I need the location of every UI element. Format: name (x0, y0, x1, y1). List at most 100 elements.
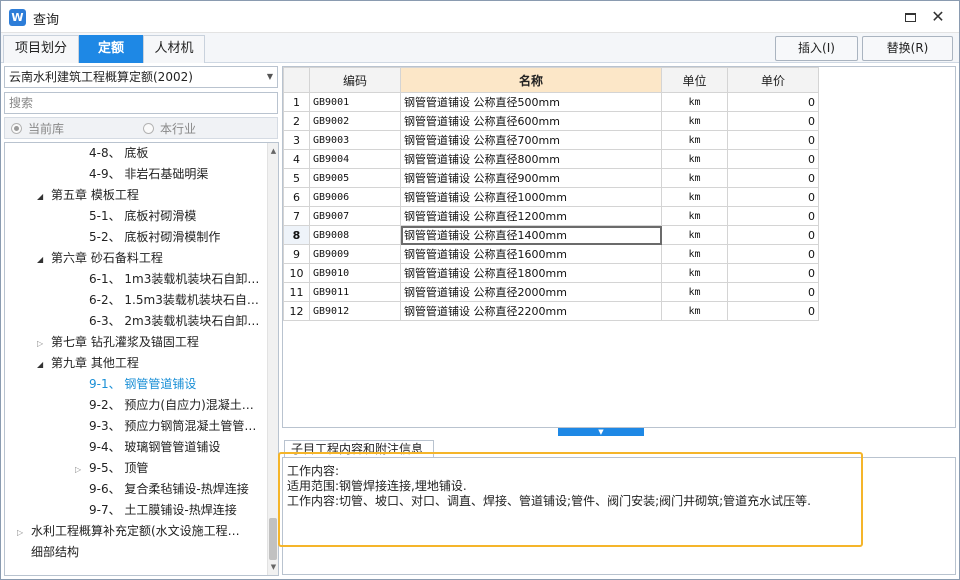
unit-cell[interactable]: km (661, 149, 728, 169)
name-cell[interactable]: 钢管管道铺设 公称直径2200mm (400, 301, 662, 321)
table-row[interactable]: 8 GB9008 钢管管道铺设 公称直径1400mm km 0 (283, 225, 819, 245)
table-row[interactable]: 2 GB9002 钢管管道铺设 公称直径600mm km 0 (283, 111, 819, 131)
unit-cell[interactable]: km (661, 263, 728, 283)
row-number[interactable]: 11 (283, 282, 310, 302)
radio-this-industry[interactable]: 本行业 (143, 121, 196, 137)
expand-open-icon[interactable]: ◢ (37, 249, 51, 270)
radio-current-library[interactable]: 当前库 (11, 121, 64, 137)
expand-closed-icon[interactable]: ▷ (75, 459, 89, 480)
column-header-name[interactable]: 名称 (400, 67, 662, 93)
price-cell[interactable]: 0 (727, 206, 819, 226)
name-cell[interactable]: 钢管管道铺设 公称直径1000mm (400, 187, 662, 207)
tab-quota[interactable]: 定额 (79, 35, 143, 63)
table-row[interactable]: 11 GB9011 钢管管道铺设 公称直径2000mm km 0 (283, 282, 819, 302)
tab-item-content-notes[interactable]: 子目工程内容和附注信息 (284, 440, 434, 458)
name-cell[interactable]: 钢管管道铺设 公称直径800mm (400, 149, 662, 169)
tree-item[interactable]: 9-3、 预应力钢筒混凝土管管… (89, 416, 256, 437)
unit-cell[interactable]: km (661, 130, 728, 150)
price-cell[interactable]: 0 (727, 92, 819, 112)
expand-open-icon[interactable]: ◢ (37, 354, 51, 375)
unit-cell[interactable]: km (661, 206, 728, 226)
tree-item[interactable]: ◢ 第六章 砂石备料工程 (37, 248, 163, 269)
name-cell[interactable]: 钢管管道铺设 公称直径1600mm (400, 244, 662, 264)
tree-item[interactable]: 6-2、 1.5m3装载机装块石自… (89, 290, 259, 311)
panel-splitter[interactable]: ▼ (558, 428, 644, 436)
row-number[interactable]: 12 (283, 301, 310, 321)
price-cell[interactable]: 0 (727, 130, 819, 150)
tree-scrollbar[interactable]: ▲ ▼ (267, 143, 278, 575)
tree-item[interactable]: ◢ 第九章 其他工程 (37, 353, 139, 374)
row-number[interactable]: 4 (283, 149, 310, 169)
code-cell[interactable]: GB9002 (309, 111, 401, 131)
code-cell[interactable]: GB9005 (309, 168, 401, 188)
tree-item[interactable]: 9-2、 预应力(自应力)混凝土… (89, 395, 254, 416)
close-button[interactable]: ✕ (927, 7, 949, 27)
tree-item[interactable]: 6-3、 2m3装载机装块石自卸… (89, 311, 259, 332)
expand-open-icon[interactable]: ◢ (37, 186, 51, 207)
name-cell[interactable]: 钢管管道铺设 公称直径600mm (400, 111, 662, 131)
name-cell[interactable]: 钢管管道铺设 公称直径500mm (400, 92, 662, 112)
name-cell[interactable]: 钢管管道铺设 公称直径700mm (400, 130, 662, 150)
unit-cell[interactable]: km (661, 187, 728, 207)
expand-closed-icon[interactable]: ▷ (17, 522, 31, 543)
tree-item[interactable]: 4-9、 非岩石基础明渠 (89, 164, 208, 185)
table-row[interactable]: 12 GB9012 钢管管道铺设 公称直径2200mm km 0 (283, 301, 819, 321)
price-cell[interactable]: 0 (727, 301, 819, 321)
name-cell[interactable]: 钢管管道铺设 公称直径1800mm (400, 263, 662, 283)
name-cell[interactable]: 钢管管道铺设 公称直径2000mm (400, 282, 662, 302)
table-row[interactable]: 1 GB9001 钢管管道铺设 公称直径500mm km 0 (283, 92, 819, 112)
table-row[interactable]: 10 GB9010 钢管管道铺设 公称直径1800mm km 0 (283, 263, 819, 283)
tree-item[interactable]: ▷ 9-5、 顶管 (75, 458, 148, 479)
price-cell[interactable]: 0 (727, 263, 819, 283)
code-cell[interactable]: GB9009 (309, 244, 401, 264)
price-cell[interactable]: 0 (727, 244, 819, 264)
replace-button[interactable]: 替换(R) (862, 36, 953, 61)
maximize-button[interactable] (899, 7, 921, 27)
row-number[interactable]: 1 (283, 92, 310, 112)
column-header-price[interactable]: 单价 (727, 67, 819, 93)
price-cell[interactable]: 0 (727, 111, 819, 131)
unit-cell[interactable]: km (661, 92, 728, 112)
expand-closed-icon[interactable]: ▷ (37, 333, 51, 354)
unit-cell[interactable]: km (661, 225, 728, 245)
unit-cell[interactable]: km (661, 168, 728, 188)
row-number[interactable]: 6 (283, 187, 310, 207)
price-cell[interactable]: 0 (727, 282, 819, 302)
price-cell[interactable]: 0 (727, 168, 819, 188)
unit-cell[interactable]: km (661, 244, 728, 264)
table-row[interactable]: 4 GB9004 钢管管道铺设 公称直径800mm km 0 (283, 149, 819, 169)
table-row[interactable]: 7 GB9007 钢管管道铺设 公称直径1200mm km 0 (283, 206, 819, 226)
price-cell[interactable]: 0 (727, 187, 819, 207)
tree-item[interactable]: ◢ 第五章 模板工程 (37, 185, 139, 206)
code-cell[interactable]: GB9007 (309, 206, 401, 226)
unit-cell[interactable]: km (661, 301, 728, 321)
code-cell[interactable]: GB9010 (309, 263, 401, 283)
tree-item[interactable]: ▷ 水利工程概算补充定额(水文设施工程… (17, 521, 240, 542)
column-header-unit[interactable]: 单位 (661, 67, 728, 93)
tree-item[interactable]: 5-2、 底板衬砌滑模制作 (89, 227, 220, 248)
scroll-thumb[interactable] (269, 518, 277, 560)
row-number[interactable]: 9 (283, 244, 310, 264)
tab-labor-material-machine[interactable]: 人材机 (143, 35, 205, 63)
tree-item[interactable]: ▷ 第七章 钻孔灌浆及锚固工程 (37, 332, 199, 353)
quota-library-select[interactable]: 云南水利建筑工程概算定额(2002) ▼ (4, 66, 278, 88)
table-row[interactable]: 5 GB9005 钢管管道铺设 公称直径900mm km 0 (283, 168, 819, 188)
tree-item[interactable]: 9-6、 复合柔毡铺设-热焊连接 (89, 479, 249, 500)
tree-item[interactable]: 6-1、 1m3装载机装块石自卸… (89, 269, 259, 290)
code-cell[interactable]: GB9008 (309, 225, 401, 245)
row-number[interactable]: 8 (283, 225, 310, 245)
row-number[interactable]: 10 (283, 263, 310, 283)
name-cell[interactable]: 钢管管道铺设 公称直径900mm (400, 168, 662, 188)
name-cell[interactable]: 钢管管道铺设 公称直径1200mm (400, 206, 662, 226)
tab-project-division[interactable]: 项目划分 (3, 35, 79, 63)
unit-cell[interactable]: km (661, 111, 728, 131)
tree-item[interactable]: 4-8、 底板 (89, 143, 148, 164)
insert-button[interactable]: 插入(I) (775, 36, 858, 61)
row-number[interactable]: 7 (283, 206, 310, 226)
name-cell[interactable]: 钢管管道铺设 公称直径1400mm (400, 225, 662, 245)
price-cell[interactable]: 0 (727, 225, 819, 245)
tree-item[interactable]: 9-4、 玻璃钢管管道铺设 (89, 437, 220, 458)
tree-item[interactable]: 9-1、 钢管管道铺设 (89, 374, 196, 395)
table-row[interactable]: 3 GB9003 钢管管道铺设 公称直径700mm km 0 (283, 130, 819, 150)
code-cell[interactable]: GB9012 (309, 301, 401, 321)
